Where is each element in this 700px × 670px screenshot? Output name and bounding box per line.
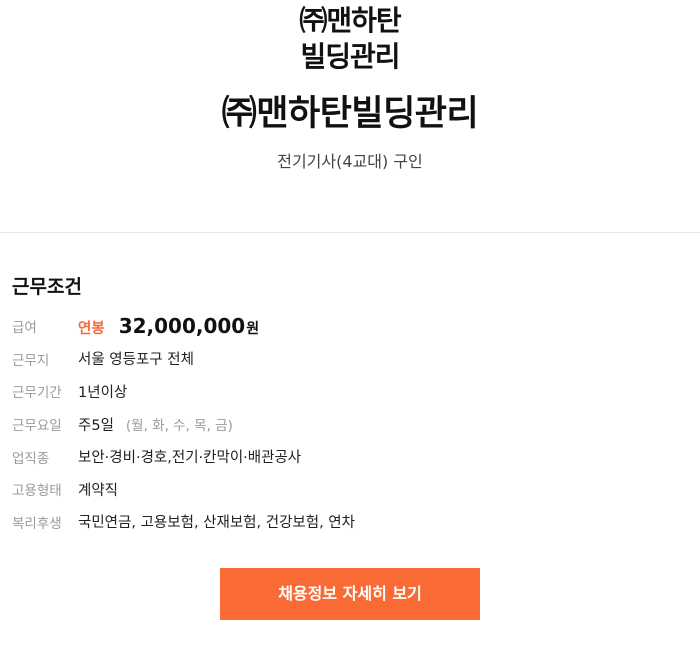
- salary-type: 연봉: [78, 321, 105, 338]
- condition-row-period: 근무기간 1년이상: [12, 375, 692, 408]
- location-value: 서울 영등포구 전체: [78, 352, 194, 369]
- logo-line-2: 빌딩관리: [300, 40, 400, 73]
- condition-label: 고용형태: [12, 483, 62, 500]
- condition-label: 근무지: [12, 352, 50, 369]
- logo-line-1: ㈜맨하탄: [299, 4, 401, 37]
- days-detail: (월, 화, 수, 목, 금): [125, 417, 233, 434]
- condition-label: 복리후생: [12, 515, 62, 532]
- condition-row-industry: 업직종 보안·경비·경호,전기·칸막이·배관공사: [12, 440, 692, 473]
- condition-row-benefits: 복리후생 국민연금, 고용보험, 산재보험, 건강보험, 연차: [12, 506, 692, 539]
- period-value: 1년이상: [78, 384, 128, 401]
- employment-value: 계약직: [78, 482, 119, 499]
- salary-unit: 원: [246, 321, 260, 338]
- condition-label: 급여: [12, 320, 37, 337]
- condition-label: 업직종: [12, 450, 50, 467]
- condition-row-location: 근무지 서울 영등포구 전체: [12, 343, 692, 376]
- section-title-conditions: 근무조건: [12, 276, 82, 298]
- condition-row-salary: 급여 연봉 32,000,000 원: [12, 310, 692, 343]
- salary-value: 연봉 32,000,000 원: [78, 314, 259, 338]
- days-value: 주5일 (월, 화, 수, 목, 금): [78, 414, 233, 435]
- job-title: 전기기사(4교대) 구인: [277, 152, 423, 171]
- company-name: ㈜맨하탄빌딩관리: [221, 94, 479, 134]
- condition-row-days: 근무요일 주5일 (월, 화, 수, 목, 금): [12, 408, 692, 441]
- salary-amount: 32,000,000: [118, 314, 246, 339]
- view-job-details-button[interactable]: 채용정보 자세히 보기: [220, 568, 480, 620]
- days-count: 주5일: [78, 417, 114, 434]
- benefits-value: 국민연금, 고용보험, 산재보험, 건강보험, 연차: [78, 515, 355, 532]
- condition-row-employment: 고용형태 계약직: [12, 473, 692, 506]
- job-header: ㈜맨하탄 빌딩관리 ㈜맨하탄빌딩관리 전기기사(4교대) 구인: [0, 0, 700, 233]
- conditions-list: 급여 연봉 32,000,000 원 근무지 서울 영등포구 전체 근무기간 1…: [12, 310, 692, 538]
- condition-label: 근무요일: [12, 418, 62, 435]
- company-logo[interactable]: ㈜맨하탄 빌딩관리: [0, 3, 700, 75]
- condition-label: 근무기간: [12, 385, 62, 402]
- industry-value: 보안·경비·경호,전기·칸막이·배관공사: [78, 450, 302, 467]
